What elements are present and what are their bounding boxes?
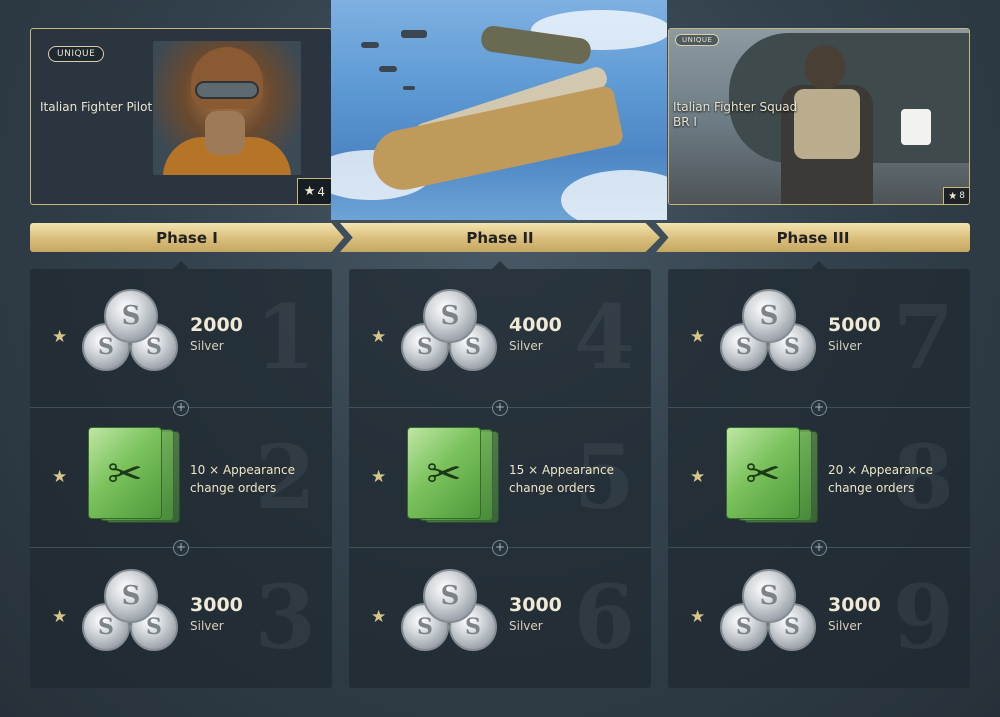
star-icon: ★ — [690, 327, 706, 347]
silver-amount: 4000 — [509, 314, 562, 336]
silver-amount: 3000 — [509, 594, 562, 616]
appearance-orders-icon: ✂ — [726, 427, 822, 523]
unique-badge: UNIQUE — [48, 46, 105, 62]
card-title: Italian Fighter Squad BR I — [673, 100, 797, 130]
orders-label-line1: 15 × Appearance — [509, 463, 615, 477]
rank-value: 4 — [317, 184, 325, 199]
coin-icon: S — [742, 569, 796, 623]
plus-icon: + — [492, 540, 508, 556]
silver-label: Silver — [509, 619, 543, 633]
reward-row[interactable]: 5 ★ ✂ 15 × Appearance change orders — [349, 409, 651, 548]
orders-label: 10 × Appearance change orders — [190, 461, 320, 497]
reward-row[interactable]: 3 ★ S S S 3000 Silver — [30, 549, 332, 688]
coin-icon: S — [104, 289, 158, 343]
reward-card-pilot[interactable]: UNIQUE Italian Fighter Pilot ★ 4 — [30, 28, 332, 205]
orders-label-line1: 20 × Appearance — [828, 463, 934, 477]
phase-tab-1[interactable]: Phase I — [30, 223, 344, 252]
reward-row[interactable]: 1 ★ S S S 2000 Silver — [30, 269, 332, 408]
appearance-orders-icon: ✂ — [88, 427, 184, 523]
star-icon: ★ — [371, 467, 387, 487]
orders-label-line2: change orders — [828, 481, 915, 495]
star-icon: ★ — [948, 190, 958, 202]
orders-label: 20 × Appearance change orders — [828, 461, 958, 497]
silver-label: Silver — [190, 339, 224, 353]
silver-coins-icon: SSS — [399, 569, 499, 659]
plus-icon: + — [811, 540, 827, 556]
reward-row[interactable]: 6 ★ S S S 3000 Silver — [349, 549, 651, 688]
scissors-icon: ✂ — [726, 427, 800, 519]
star-icon: ★ — [303, 184, 316, 199]
card-title-line1: Italian Fighter Squad — [673, 100, 798, 114]
orders-label-line2: change orders — [509, 481, 596, 495]
silver-coins-icon: SSS — [718, 569, 818, 659]
star-icon: ★ — [52, 467, 68, 487]
silver-coins-icon: SSS — [80, 569, 180, 659]
appearance-orders-icon: ✂ — [407, 427, 503, 523]
phase-column-2: 4 ★ S S S 4000 Silver 5 ★ ✂ 15 × Appearance change … — [349, 261, 651, 688]
orders-label-line2: change orders — [190, 481, 277, 495]
coin-icon: S — [423, 289, 477, 343]
star-icon: ★ — [52, 327, 68, 347]
reward-row[interactable]: 9 ★ S S S 3000 Silver — [668, 549, 970, 688]
silver-label: Silver — [828, 339, 862, 353]
plus-icon: + — [173, 540, 189, 556]
rank-badge: ★ 8 — [943, 187, 969, 204]
reward-index-number: 1 — [254, 285, 316, 389]
star-icon: ★ — [371, 327, 387, 347]
silver-label: Silver — [190, 619, 224, 633]
phase-column-3: 7 ★ S S S 5000 Silver 8 ★ ✂ 20 × Appearance change … — [668, 261, 970, 688]
reward-index-number: 7 — [892, 285, 954, 389]
plus-icon: + — [492, 400, 508, 416]
unique-badge: UNIQUE — [675, 34, 720, 46]
silver-coins-icon: SSS — [80, 289, 180, 379]
star-icon: ★ — [690, 607, 706, 627]
star-icon: ★ — [52, 607, 68, 627]
coin-icon: S — [742, 289, 796, 343]
phase-label: Phase II — [466, 228, 534, 247]
reward-index-number: 9 — [892, 565, 954, 669]
phase-label: Phase I — [156, 228, 218, 247]
phase-label: Phase III — [776, 228, 850, 247]
reward-row[interactable]: 4 ★ S S S 4000 Silver — [349, 269, 651, 408]
reward-card-squad[interactable]: UNIQUE Italian Fighter Squad BR I ★ 8 — [668, 28, 970, 205]
silver-coins-icon: SSS — [718, 289, 818, 379]
star-icon: ★ — [371, 607, 387, 627]
silver-label: Silver — [509, 339, 543, 353]
orders-label: 15 × Appearance change orders — [509, 461, 639, 497]
reward-index-number: 6 — [573, 565, 635, 669]
card-title: Italian Fighter Pilot — [40, 100, 153, 114]
phase-tab-2[interactable]: Phase II — [340, 223, 660, 252]
card-title-line2: BR I — [673, 115, 697, 129]
reward-row[interactable]: 7 ★ S S S 5000 Silver — [668, 269, 970, 408]
phase-column-1: 1 ★ S S S 2000 Silver 2 ★ ✂ 10 × Appearance change … — [30, 261, 332, 688]
phase-tab-3[interactable]: Phase III — [656, 223, 970, 252]
rank-value: 8 — [959, 191, 965, 201]
plus-icon: + — [173, 400, 189, 416]
pilot-portrait — [153, 41, 301, 175]
orders-label-line1: 10 × Appearance — [190, 463, 296, 477]
silver-amount: 3000 — [190, 594, 243, 616]
reward-row[interactable]: 2 ★ ✂ 10 × Appearance change orders — [30, 409, 332, 548]
silver-amount: 2000 — [190, 314, 243, 336]
aircraft-scene-image — [331, 0, 667, 220]
star-icon: ★ — [690, 467, 706, 487]
coin-icon: S — [423, 569, 477, 623]
silver-amount: 5000 — [828, 314, 881, 336]
coin-icon: S — [104, 569, 158, 623]
scissors-icon: ✂ — [88, 427, 162, 519]
silver-amount: 3000 — [828, 594, 881, 616]
rank-badge: ★ 4 — [296, 178, 331, 204]
scissors-icon: ✂ — [407, 427, 481, 519]
reward-index-number: 3 — [254, 565, 316, 669]
reward-row[interactable]: 8 ★ ✂ 20 × Appearance change orders — [668, 409, 970, 548]
reward-index-number: 4 — [573, 285, 635, 389]
silver-coins-icon: SSS — [399, 289, 499, 379]
silver-label: Silver — [828, 619, 862, 633]
plus-icon: + — [811, 400, 827, 416]
